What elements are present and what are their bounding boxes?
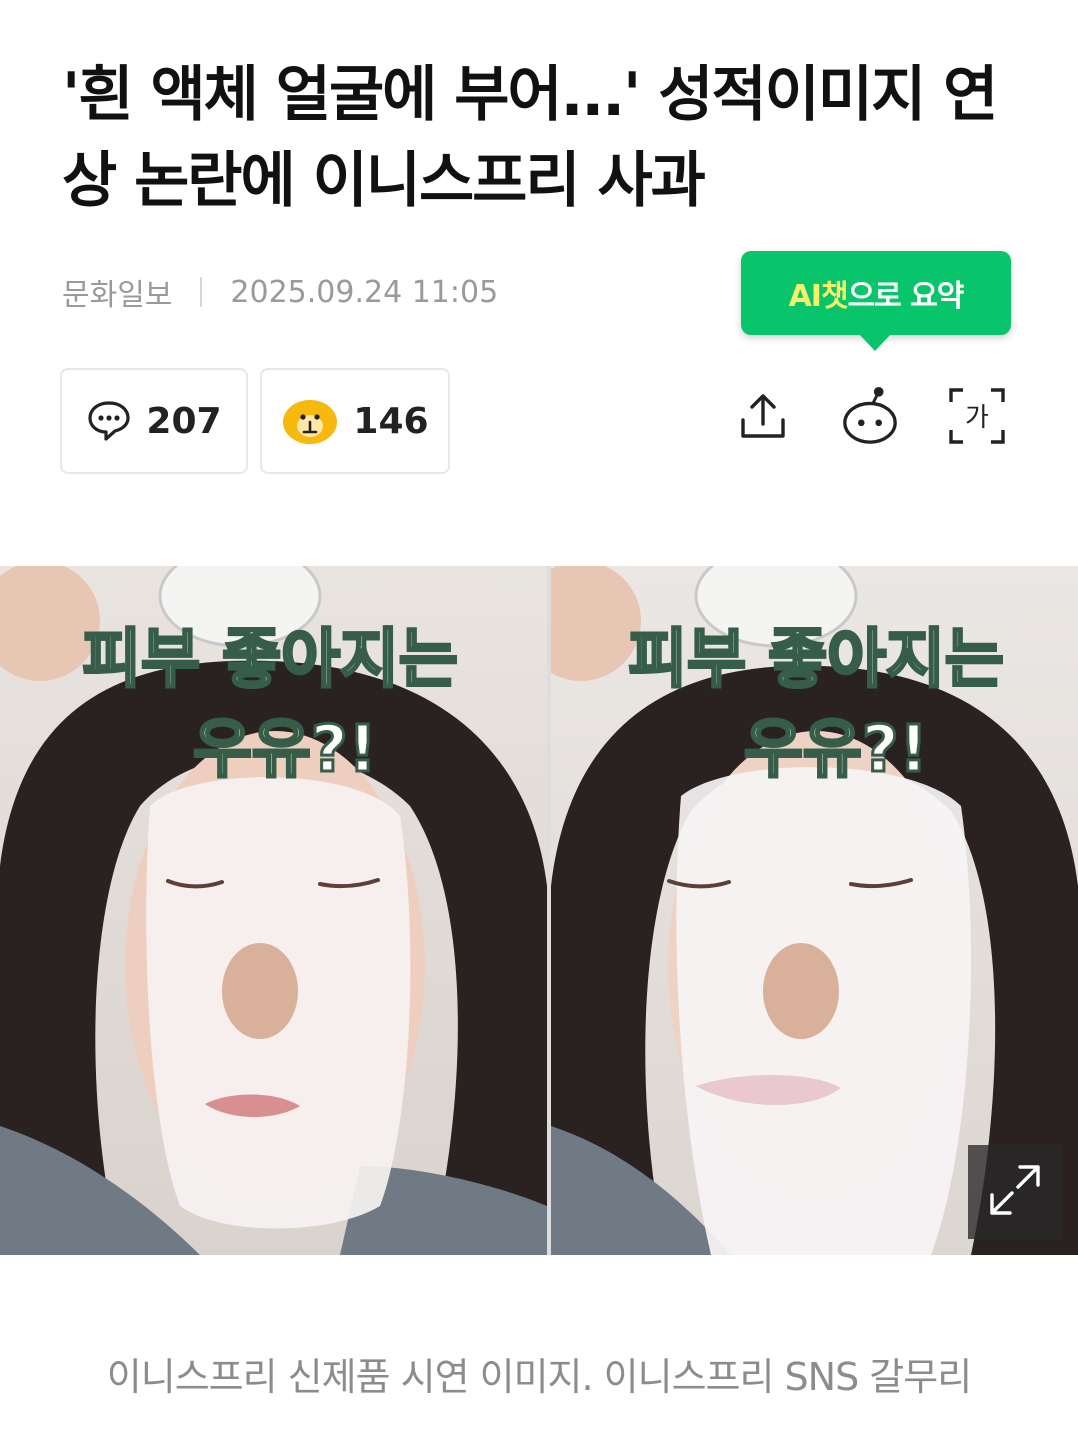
bot-icon[interactable]	[840, 385, 900, 447]
comment-count: 207	[146, 400, 222, 442]
photo-overlay-text-1: 피부 좋아지는	[628, 623, 1004, 697]
comments-button[interactable]: 207	[60, 368, 248, 474]
font-size-glyph: 가	[965, 403, 989, 433]
reaction-count: 146	[353, 400, 429, 442]
ai-summary-label: 으로 요약	[847, 279, 965, 314]
article-title: '흰 액체 얼굴에 부어...' 성적이미지 연상 논란에 이니스프리 사과	[62, 60, 998, 216]
share-icon[interactable]	[733, 385, 793, 447]
photo-overlay-text-2: 우유?!	[193, 713, 377, 787]
comment-icon	[86, 399, 132, 443]
reaction-emoji-icon	[281, 396, 339, 446]
ai-summary-highlight: AI챗	[788, 279, 849, 314]
photo-overlay-text-1: 피부 좋아지는	[82, 623, 458, 697]
photo-caption: 이니스프리 신제품 시연 이미지. 이니스프리 SNS 갈무리	[106, 1355, 972, 1399]
expand-image-button[interactable]	[968, 1145, 1062, 1239]
font-size-icon[interactable]: 가	[947, 385, 1007, 447]
photo-panel-left: 피부 좋아지는 우유?!	[0, 566, 547, 1255]
photo-overlay-text-2: 우유?!	[744, 713, 928, 787]
source-name[interactable]: 문화일보	[62, 270, 172, 314]
expand-icon	[984, 1159, 1046, 1225]
publish-datetime: 2025.09.24 11:05	[230, 274, 499, 310]
article-meta: 문화일보 2025.09.24 11:05	[62, 270, 498, 314]
meta-divider	[200, 277, 203, 307]
ai-summary-button[interactable]: AI챗 으로 요약	[741, 251, 1011, 351]
article-photo[interactable]: 피부 좋아지는 우유?! 피부 좋아지는 우유?!	[0, 566, 1078, 1255]
reactions-button[interactable]: 146	[260, 368, 450, 474]
